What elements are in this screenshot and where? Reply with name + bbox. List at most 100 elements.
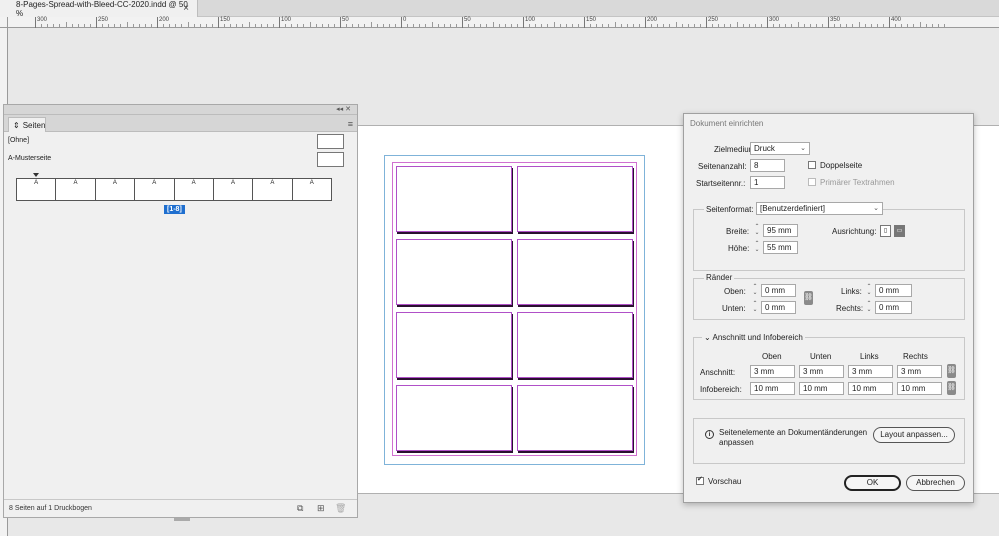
anschnitt-unten-field[interactable]: 3 mm	[799, 365, 844, 378]
anschnitt-rechts-field[interactable]: 3 mm	[897, 365, 942, 378]
anschnitt-label: Anschnitt:	[700, 368, 736, 377]
page-5[interactable]	[396, 312, 512, 378]
ruler-tick-label: 300	[769, 17, 780, 23]
rand-rechts-field[interactable]: 0 mm	[875, 301, 912, 314]
startseite-field[interactable]: 1	[750, 176, 785, 189]
breite-stepper[interactable]: ⌃ ⌄	[752, 224, 762, 237]
spread-page-8[interactable]: A	[293, 179, 331, 200]
oben-stepper[interactable]: ⌃ ⌄	[750, 284, 760, 297]
rand-oben-field[interactable]: 0 mm	[761, 284, 796, 297]
page-1[interactable]	[396, 166, 512, 232]
delete-page-icon[interactable]: 🗑	[335, 503, 346, 514]
resize-grip[interactable]	[174, 518, 190, 521]
ruler-tick-label: 100	[281, 17, 292, 23]
zielmedium-select[interactable]: Druck ⌄	[750, 142, 810, 155]
page-6[interactable]	[517, 312, 633, 378]
abbrechen-button[interactable]: Abbrechen	[906, 475, 965, 491]
ruler-minor-tick	[681, 24, 683, 27]
hoehe-label: Höhe:	[728, 244, 750, 253]
portrait-orientation-icon[interactable]: ▯	[880, 225, 891, 237]
collapse-icon[interactable]: ◂◂ ✕	[336, 105, 351, 113]
ruler-minor-tick	[852, 24, 854, 27]
info-unten-field[interactable]: 10 mm	[799, 382, 844, 395]
ruler-minor-tick	[620, 24, 622, 27]
raender-title: Ränder	[704, 273, 735, 282]
info-oben-field[interactable]: 10 mm	[750, 382, 795, 395]
anschnitt-oben-field[interactable]: 3 mm	[750, 365, 795, 378]
hoehe-stepper[interactable]: ⌃ ⌄	[752, 241, 762, 254]
doppelseite-checkbox[interactable]	[808, 161, 816, 169]
textrahmen-checkbox[interactable]	[808, 178, 816, 186]
panel-menu-icon[interactable]: ≡	[348, 119, 353, 129]
rand-links-field[interactable]: 0 mm	[875, 284, 912, 297]
info-links-field[interactable]: 10 mm	[848, 382, 893, 395]
link-bleed-icon[interactable]: ⛓	[947, 364, 956, 378]
seitenanzahl-field[interactable]: 8	[750, 159, 785, 172]
ruler-minor-tick	[901, 24, 903, 27]
landscape-orientation-icon[interactable]: ▭	[894, 225, 905, 237]
document-tab-bar: 8-Pages-Spread-with-Bleed-CC-2020.indd @…	[0, 0, 999, 18]
page-4[interactable]	[517, 239, 633, 305]
ruler-tick-label: 0	[403, 17, 407, 23]
links-stepper[interactable]: ⌃ ⌄	[864, 284, 874, 297]
ruler-minor-tick	[224, 24, 226, 27]
spread-page-7[interactable]: A	[253, 179, 293, 200]
spread-thumbnail[interactable]: A A A A A A A A	[16, 178, 332, 201]
breite-field[interactable]: 95 mm	[763, 224, 798, 237]
anschnitt-toggle[interactable]: ⌄ Anschnitt und Infobereich	[702, 333, 805, 342]
spread-page-5[interactable]: A	[175, 179, 214, 200]
ok-button[interactable]: OK	[844, 475, 901, 491]
spread-range-label[interactable]: [1-8]	[164, 205, 185, 214]
close-icon[interactable]: ×	[183, 3, 189, 14]
spread-page-4[interactable]: A	[135, 179, 175, 200]
ruler-minor-tick	[559, 24, 561, 27]
link-slug-icon[interactable]: ⛓	[947, 381, 956, 395]
horizontal-ruler[interactable]: 300 250 200 150 100 50 0 50 100 150 200 250 300 350 40…	[8, 17, 999, 28]
panel-drag-bar[interactable]: ◂◂ ✕	[4, 105, 357, 115]
ruler-minor-tick	[315, 24, 317, 27]
page-3[interactable]	[396, 239, 512, 305]
seitenformat-select[interactable]: [Benutzerdefiniert] ⌄	[756, 202, 883, 215]
document-tab-title: 8-Pages-Spread-with-Bleed-CC-2020.indd @…	[16, 0, 188, 18]
vorschau-checkbox[interactable]	[696, 475, 704, 485]
master-a[interactable]: A-Musterseite	[8, 155, 51, 162]
layout-anpassen-button[interactable]: Layout anpassen...	[873, 427, 955, 443]
spread-page-2[interactable]: A	[56, 179, 96, 200]
spread-page-3[interactable]: A	[96, 179, 136, 200]
new-page-icon[interactable]: ⊞	[317, 503, 325, 514]
ruler-minor-tick	[108, 24, 110, 27]
link-margins-icon[interactable]: ⛓	[804, 291, 813, 305]
edit-page-size-icon[interactable]: ⧉	[297, 503, 303, 514]
oben-label: Oben:	[724, 287, 746, 296]
unten-stepper[interactable]: ⌃ ⌄	[750, 301, 760, 314]
ruler-minor-tick	[138, 24, 140, 27]
ruler-origin[interactable]	[0, 17, 8, 28]
ruler-minor-tick	[498, 24, 500, 27]
master-none[interactable]: [Ohne]	[8, 137, 29, 144]
ruler-tick-label: 150	[220, 17, 231, 23]
ruler-tick-label: 350	[830, 17, 841, 23]
page-7[interactable]	[396, 385, 512, 451]
page-8[interactable]	[517, 385, 633, 451]
ruler-minor-tick	[303, 24, 305, 27]
master-none-thumbnail[interactable]	[317, 134, 344, 149]
ruler-minor-tick	[260, 24, 262, 27]
ruler-minor-tick	[181, 24, 183, 27]
hoehe-field[interactable]: 55 mm	[763, 241, 798, 254]
unten-label: Unten:	[722, 304, 746, 313]
tab-seiten[interactable]: ⇕ Seiten	[8, 117, 46, 132]
seitenformat-group	[693, 209, 965, 271]
ruler-minor-tick	[327, 24, 329, 27]
rechts-stepper[interactable]: ⌃ ⌄	[864, 301, 874, 314]
spread-marker-icon	[33, 173, 39, 177]
spread-page-1[interactable]: A	[17, 179, 57, 200]
page-2[interactable]	[517, 166, 633, 232]
ruler-minor-tick	[565, 24, 567, 27]
spread-page-6[interactable]: A	[214, 179, 254, 200]
info-rechts-field[interactable]: 10 mm	[897, 382, 942, 395]
anschnitt-links-field[interactable]: 3 mm	[848, 365, 893, 378]
rand-unten-field[interactable]: 0 mm	[761, 301, 796, 314]
ruler-minor-tick	[712, 24, 714, 27]
document-tab[interactable]: 8-Pages-Spread-with-Bleed-CC-2020.indd @…	[0, 0, 198, 18]
master-a-thumbnail[interactable]	[317, 152, 344, 167]
